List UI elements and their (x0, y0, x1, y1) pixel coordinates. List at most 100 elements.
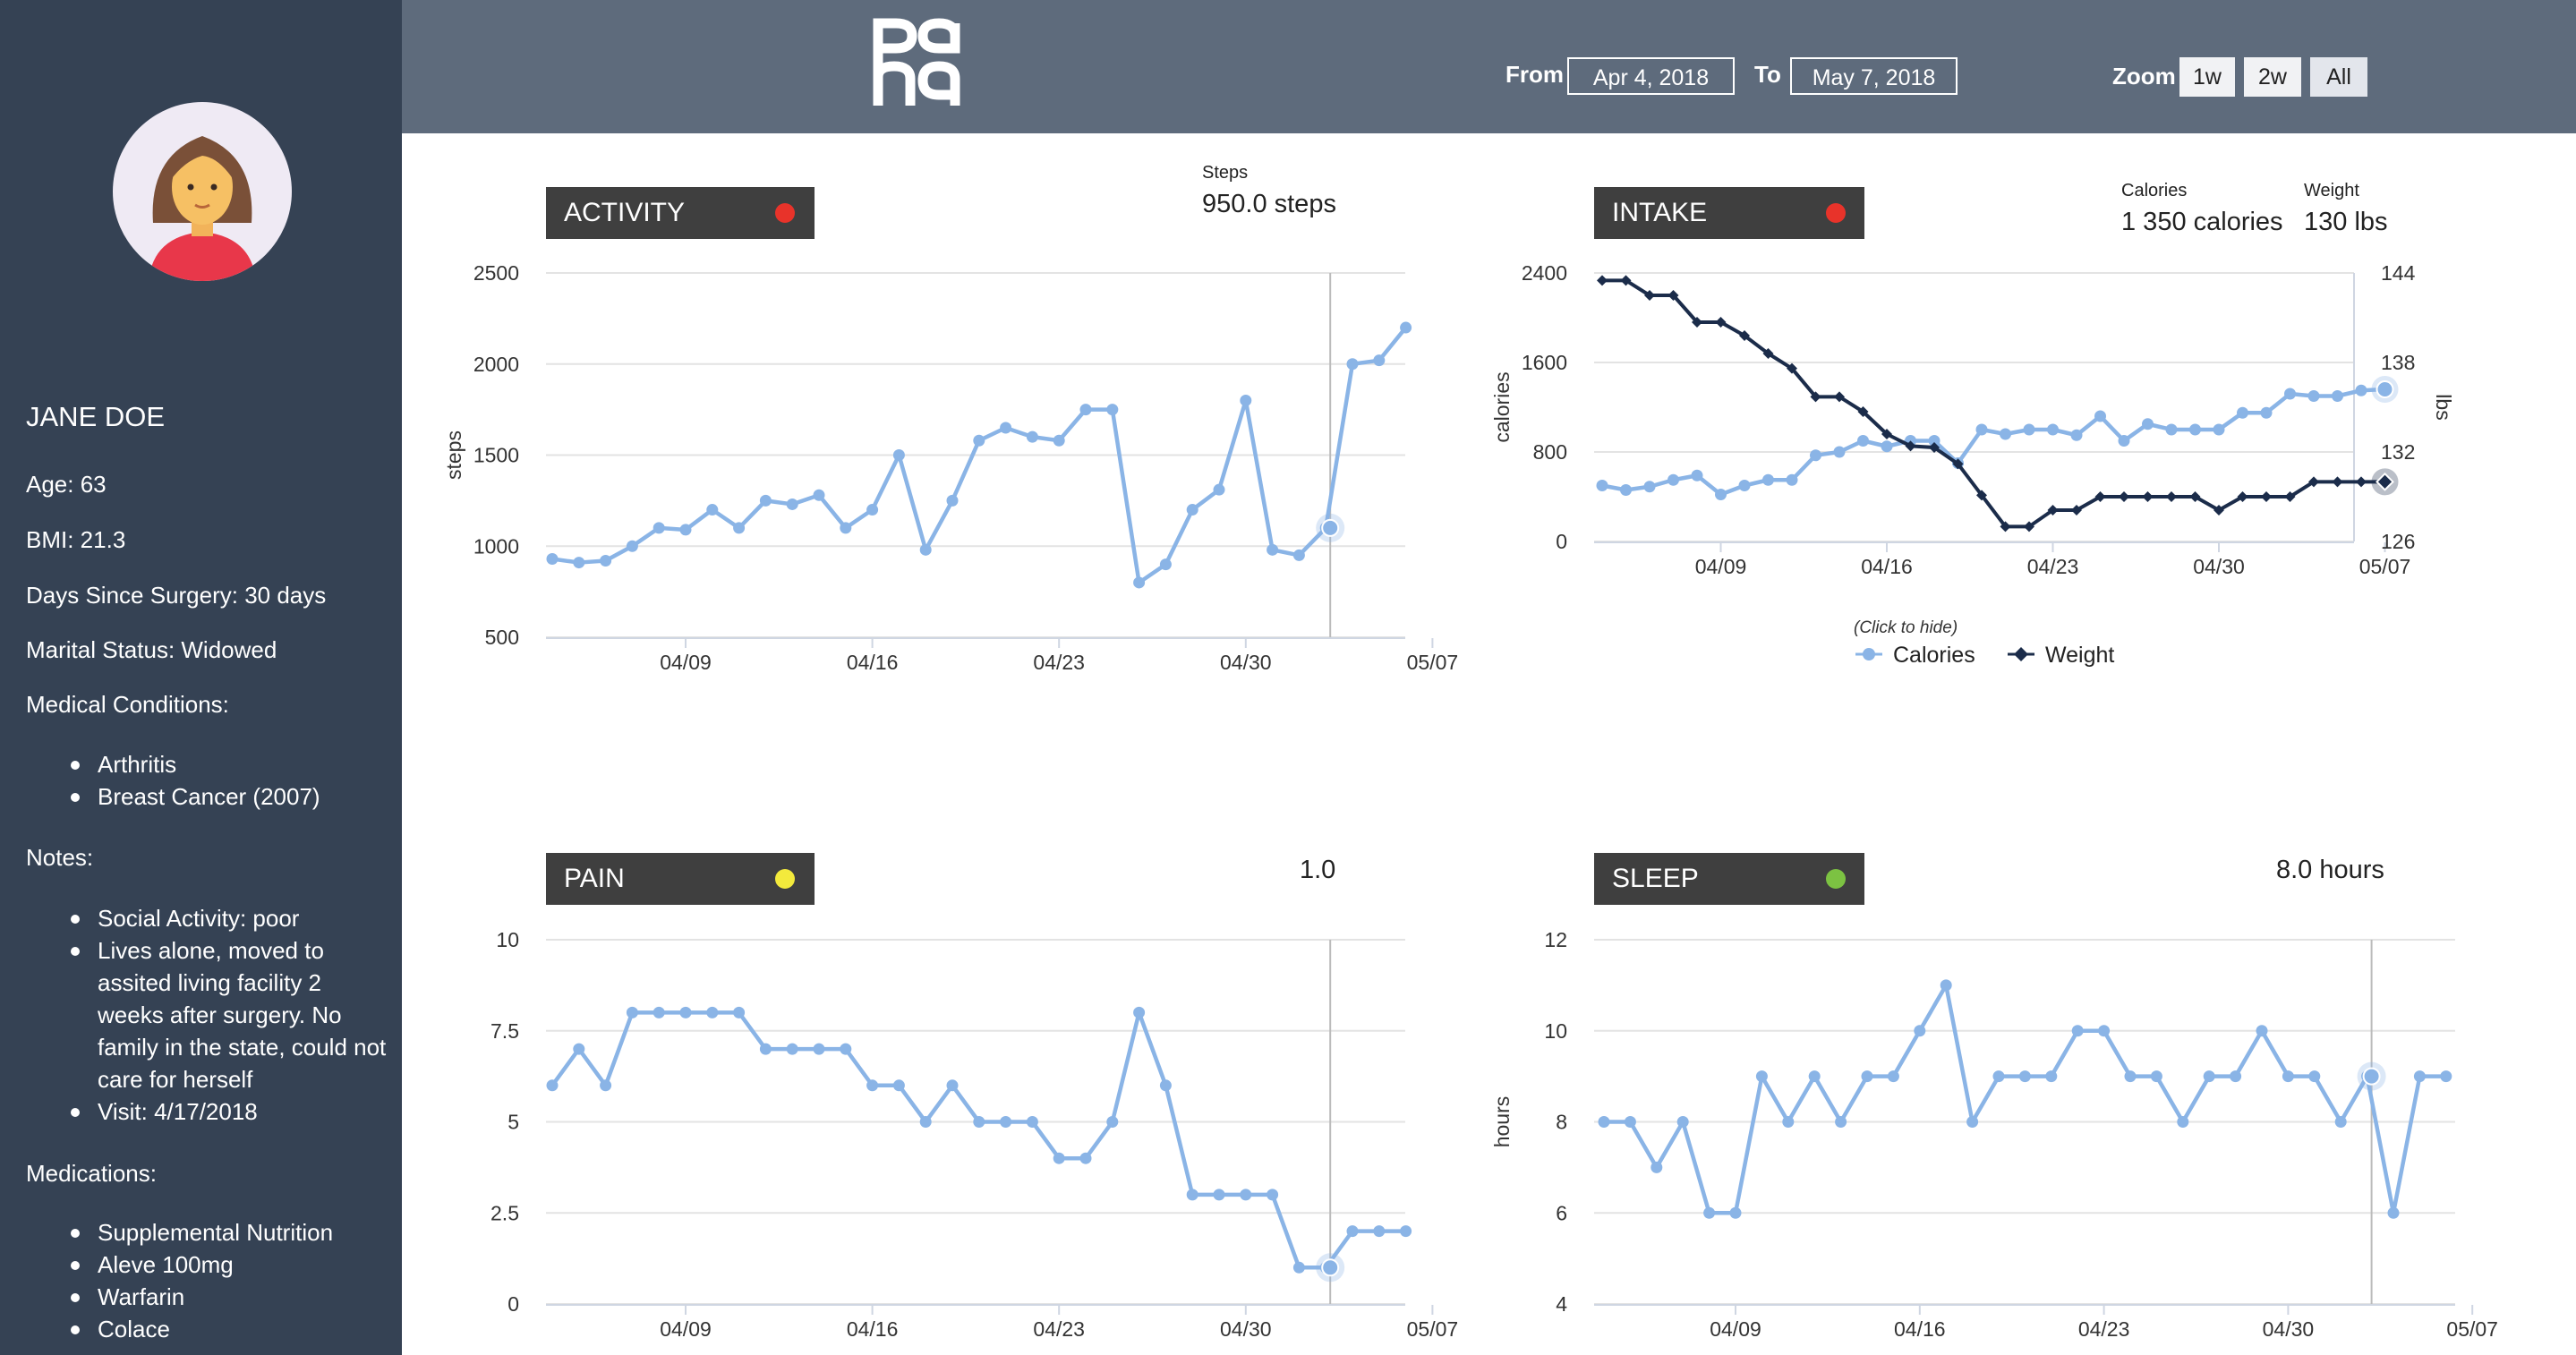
sleep-x-tick-label: 04/16 (1894, 1317, 1946, 1341)
sleep-data-point (2387, 1206, 2400, 1219)
pain-data-point (1186, 1189, 1198, 1201)
intake-data-point (2165, 423, 2178, 436)
intake-data-point (1810, 449, 1821, 462)
intake-x-tick-label: 05/07 (2359, 555, 2411, 578)
pain-data-point (600, 1079, 612, 1092)
intake-data-point (2332, 390, 2343, 402)
sleep-y-tick-label: 10 (1544, 1019, 1567, 1043)
intake-data-point (2166, 491, 2177, 502)
sleep-data-point (1782, 1116, 1795, 1128)
pain-data-point (1106, 1116, 1119, 1128)
intake-y-tick-label: 800 (1533, 440, 1567, 464)
activity-x-tick-label: 05/07 (1407, 651, 1459, 674)
sleep-data-point (1940, 979, 1952, 992)
pain-data-point (1159, 1079, 1172, 1092)
intake-data-point (2332, 476, 2343, 488)
pain-data-point (1292, 1261, 1305, 1274)
intake-data-point (1620, 484, 1632, 496)
activity-y-tick-label: 2500 (473, 261, 519, 285)
intake-y-right-axis-label: lbs (2432, 394, 2455, 420)
activity-x-tick-label: 04/09 (660, 651, 712, 674)
activity-data-point (892, 449, 905, 461)
sleep-data-point (1676, 1116, 1689, 1128)
sleep-data-point (2098, 1025, 2111, 1037)
activity-data-point (1267, 543, 1279, 556)
pain-data-point (786, 1043, 798, 1055)
activity-data-point (653, 522, 665, 534)
intake-data-point (2307, 390, 2320, 402)
activity-data-point (706, 504, 719, 516)
sleep-y-tick-label: 4 (1556, 1292, 1567, 1316)
pain-x-tick-label: 04/09 (660, 1317, 712, 1341)
sleep-data-point (2256, 1025, 2268, 1037)
intake-data-point (2189, 423, 2201, 436)
pain-y-tick-label: 5 (508, 1111, 519, 1134)
intake-data-point (2355, 384, 2367, 396)
sleep-data-point (1861, 1070, 1873, 1083)
intake-data-point (1715, 489, 1727, 500)
pain-data-point (919, 1116, 932, 1128)
intake-data-point (1762, 473, 1774, 486)
activity-data-point (626, 540, 638, 552)
intake-data-point (1597, 275, 1608, 286)
sleep-data-point (2177, 1116, 2189, 1128)
activity-data-point (1292, 549, 1305, 561)
intake-data-point (1833, 446, 1846, 458)
intake-legend-label[interactable]: Weight (2045, 643, 2114, 668)
activity-hover-point (1321, 518, 1340, 537)
pain-data-point (759, 1043, 772, 1055)
pain-data-point (946, 1079, 959, 1092)
sleep-data-point (1966, 1116, 1979, 1128)
intake-data-point (2118, 435, 2130, 447)
activity-data-point (679, 524, 692, 536)
pain-y-tick-label: 0 (508, 1292, 519, 1316)
intake-legend-label[interactable]: Calories (1893, 643, 1975, 668)
intake-data-point (1691, 469, 1703, 481)
intake-data-point (2284, 388, 2296, 400)
sleep-y-tick-label: 8 (1556, 1111, 1567, 1134)
sleep-data-point (1651, 1161, 1663, 1173)
pain-data-point (733, 1006, 746, 1018)
activity-data-point (919, 543, 932, 556)
sleep-x-tick-label: 04/23 (2078, 1317, 2130, 1341)
intake-data-point (2094, 410, 2106, 422)
intake-data-point (2356, 476, 2367, 488)
sleep-data-point (2413, 1070, 2426, 1083)
activity-data-point (840, 522, 852, 534)
intake-y-axis-label: calories (1490, 371, 1514, 442)
pain-data-point (546, 1079, 559, 1092)
sleep-data-point (2203, 1070, 2215, 1083)
activity-data-point (813, 489, 825, 501)
pain-x-tick-label: 04/23 (1033, 1317, 1085, 1341)
pain-series-line (550, 1010, 1406, 1270)
activity-data-point (1186, 504, 1198, 516)
activity-data-point (573, 557, 585, 569)
sleep-data-point (1598, 1116, 1610, 1128)
activity-x-tick-label: 04/23 (1033, 651, 1085, 674)
sleep-data-point (2440, 1070, 2452, 1083)
sleep-data-point (2045, 1070, 2058, 1083)
activity-x-tick-label: 04/30 (1220, 651, 1272, 674)
intake-data-point (1975, 423, 1988, 436)
intake-y-tick-label: 0 (1556, 530, 1567, 553)
intake-series-line (1601, 387, 2385, 497)
activity-data-point (733, 522, 746, 534)
intake-data-point (2119, 491, 2129, 502)
intake-y-right-tick-label: 132 (2381, 440, 2415, 464)
intake-data-point (1881, 440, 1893, 453)
activity-data-point (1159, 558, 1172, 571)
intake-data-point (2070, 429, 2083, 441)
intake-x-tick-label: 04/30 (2193, 555, 2245, 578)
sleep-data-point (2308, 1070, 2321, 1083)
sleep-data-point (1624, 1116, 1636, 1128)
intake-data-point (2142, 491, 2154, 502)
sleep-data-point (2150, 1070, 2162, 1083)
intake-y-tick-label: 2400 (1522, 261, 1567, 285)
activity-y-tick-label: 500 (485, 626, 519, 649)
activity-x-tick-label: 04/16 (847, 651, 899, 674)
pain-data-point (573, 1043, 585, 1055)
pain-data-point (1000, 1116, 1012, 1128)
intake-data-point (2261, 491, 2272, 502)
activity-data-point (1026, 430, 1038, 443)
pain-hover-point (1321, 1258, 1340, 1277)
